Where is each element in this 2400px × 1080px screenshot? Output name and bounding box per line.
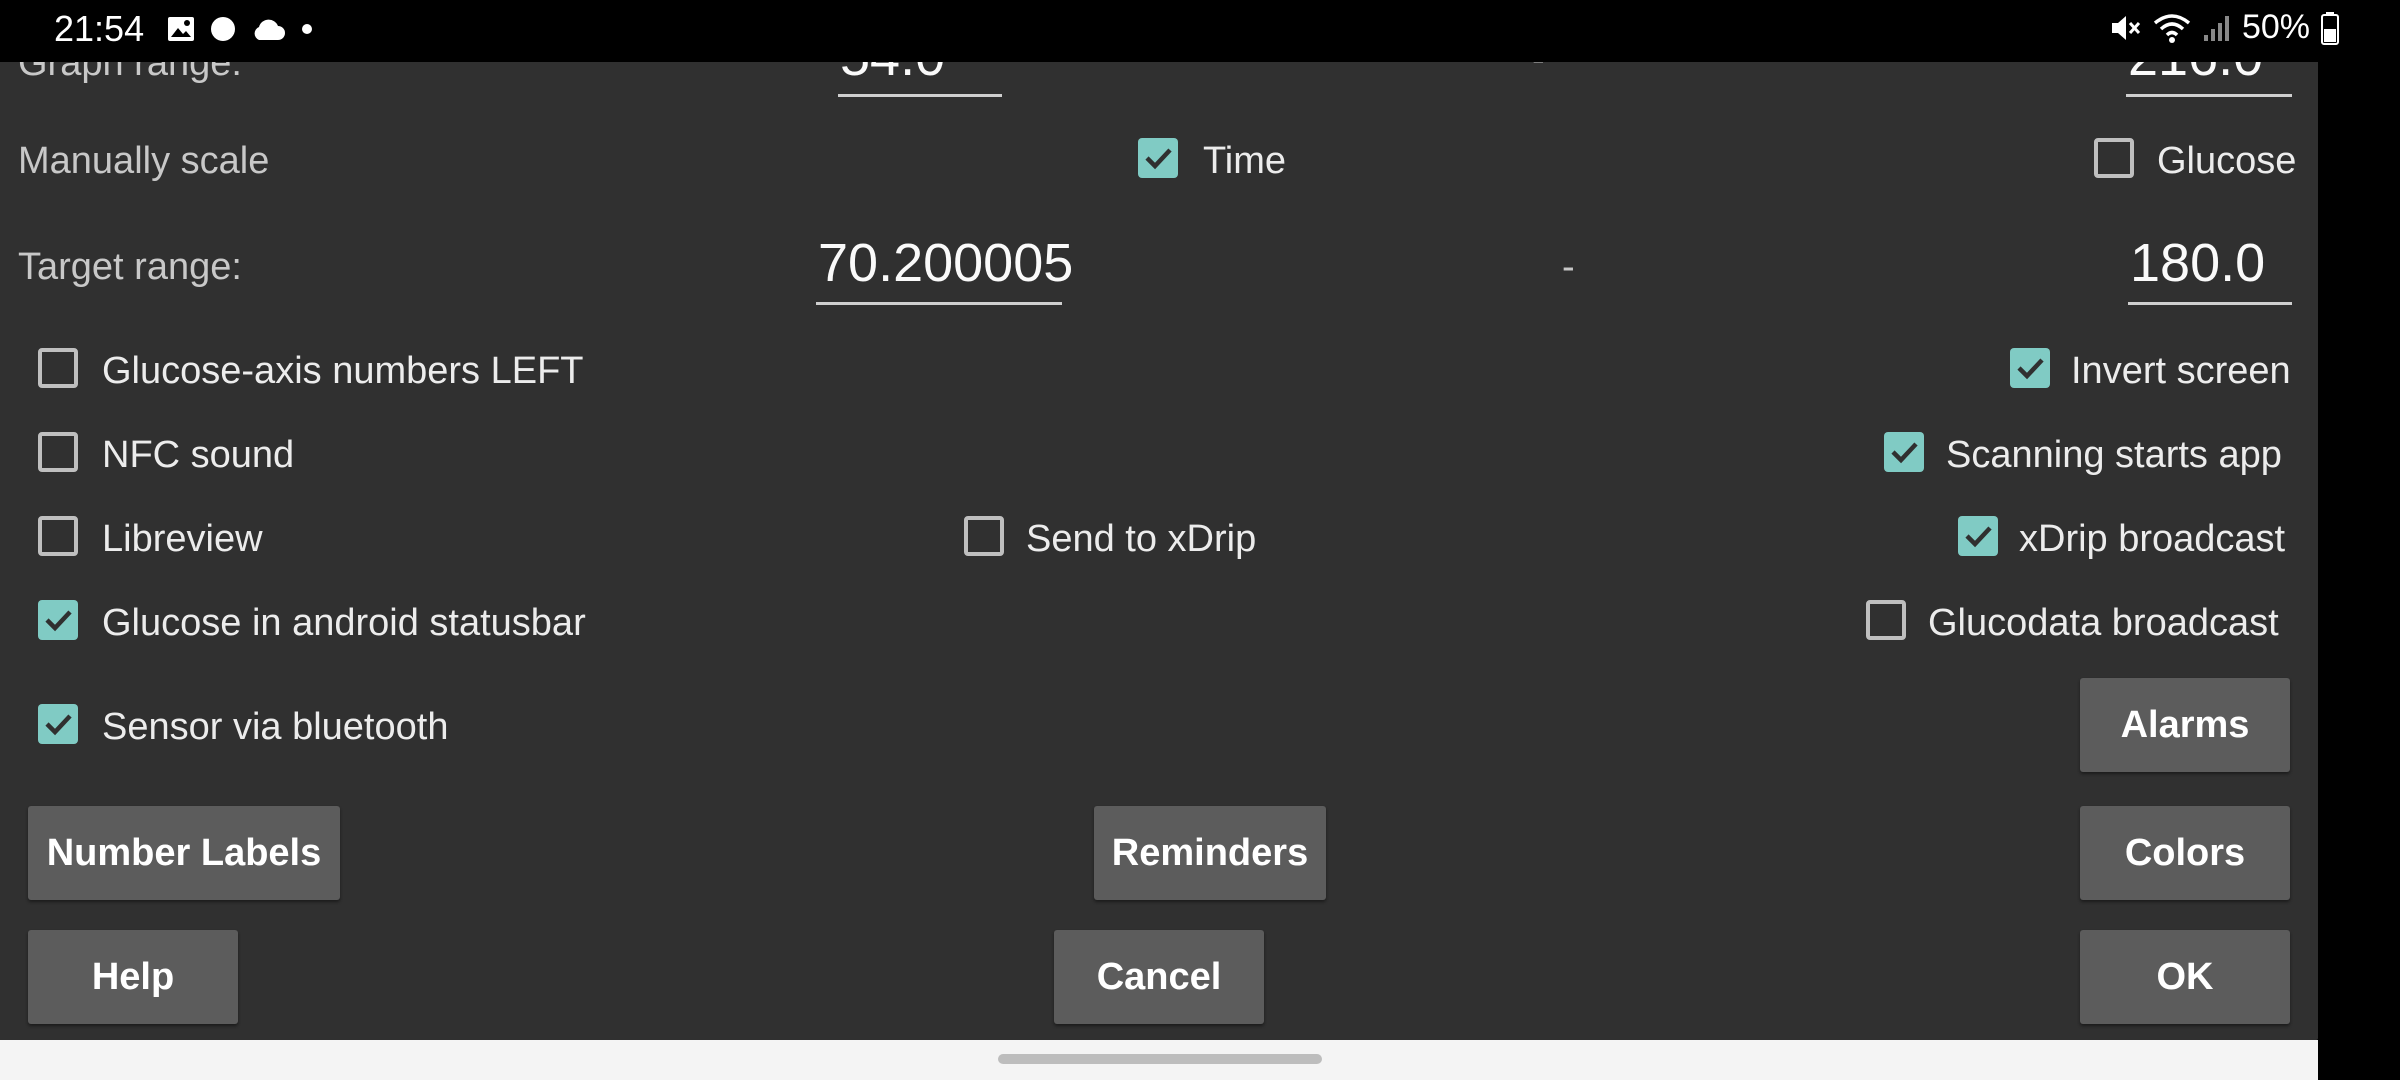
- graph-range-low-input[interactable]: 54.0: [840, 62, 945, 88]
- circle-icon: [211, 17, 235, 41]
- check-icon: [1891, 442, 1918, 464]
- settings-dialog: Graph range: 54.0 - 216.0 Manually scale…: [0, 62, 2318, 1040]
- sensor-bluetooth-checkbox[interactable]: [38, 704, 78, 744]
- send-to-xdrip-label[interactable]: Send to xDrip: [1026, 518, 1256, 561]
- libreview-checkbox[interactable]: [38, 516, 78, 556]
- time-checkbox-label[interactable]: Time: [1203, 140, 1286, 183]
- status-bar: 21:54 50%: [0, 0, 2400, 62]
- check-icon: [45, 714, 72, 736]
- graph-range-dash: -: [1532, 62, 1545, 81]
- cloud-icon: [254, 19, 285, 40]
- check-icon: [45, 610, 72, 632]
- target-range-low-input[interactable]: 70.200005: [818, 232, 1073, 294]
- signal-icon: [2203, 15, 2229, 41]
- glucose-scale-checkbox[interactable]: [2094, 138, 2134, 178]
- ok-button[interactable]: OK: [2080, 930, 2290, 1024]
- invert-screen-label[interactable]: Invert screen: [2071, 350, 2291, 393]
- check-icon: [1145, 148, 1172, 170]
- graph-range-high-underline: [2126, 94, 2292, 97]
- glucose-axis-left-label[interactable]: Glucose-axis numbers LEFT: [102, 350, 584, 393]
- time-checkbox[interactable]: [1138, 138, 1178, 178]
- graph-range-low-underline: [838, 94, 1002, 97]
- check-icon: [2017, 358, 2044, 380]
- manually-scale-label: Manually scale: [18, 140, 270, 182]
- battery-percent: 50%: [2241, 8, 2310, 46]
- navigation-bar: [0, 1040, 2318, 1080]
- target-range-high-underline: [2128, 302, 2292, 305]
- cancel-button[interactable]: Cancel: [1054, 930, 1264, 1024]
- dot-icon: [302, 24, 312, 34]
- xdrip-broadcast-label[interactable]: xDrip broadcast: [2019, 518, 2285, 561]
- help-button[interactable]: Help: [28, 930, 238, 1024]
- glucose-statusbar-label[interactable]: Glucose in android statusbar: [102, 602, 586, 645]
- nfc-sound-checkbox[interactable]: [38, 432, 78, 472]
- colors-button[interactable]: Colors: [2080, 806, 2290, 900]
- glucodata-broadcast-label[interactable]: Glucodata broadcast: [1928, 602, 2279, 645]
- scanning-starts-app-checkbox[interactable]: [1884, 432, 1924, 472]
- target-range-high-input[interactable]: 180.0: [2130, 232, 2265, 294]
- target-range-dash: -: [1562, 246, 1575, 288]
- check-icon: [1965, 526, 1992, 548]
- sensor-bluetooth-label[interactable]: Sensor via bluetooth: [102, 706, 448, 749]
- xdrip-broadcast-checkbox[interactable]: [1958, 516, 1998, 556]
- graph-range-high-input[interactable]: 216.0: [2128, 62, 2263, 88]
- screen-edge: [2318, 62, 2400, 1080]
- glucodata-broadcast-checkbox[interactable]: [1866, 600, 1906, 640]
- notification-icons: [166, 14, 314, 44]
- send-to-xdrip-checkbox[interactable]: [964, 516, 1004, 556]
- gesture-handle[interactable]: [998, 1054, 1322, 1064]
- wifi-icon: [2153, 13, 2191, 43]
- mute-icon: [2111, 15, 2141, 40]
- scanning-starts-app-label[interactable]: Scanning starts app: [1946, 434, 2282, 477]
- battery-icon: [2321, 11, 2339, 45]
- target-range-label: Target range:: [18, 246, 242, 288]
- image-icon: [168, 17, 194, 41]
- system-icons: 50%: [2108, 8, 2340, 47]
- invert-screen-checkbox[interactable]: [2010, 348, 2050, 388]
- alarms-button[interactable]: Alarms: [2080, 678, 2290, 772]
- graph-range-label: Graph range:: [18, 62, 242, 84]
- number-labels-button[interactable]: Number Labels: [28, 806, 340, 900]
- nfc-sound-label[interactable]: NFC sound: [102, 434, 294, 477]
- glucose-statusbar-checkbox[interactable]: [38, 600, 78, 640]
- glucose-scale-checkbox-label[interactable]: Glucose: [2157, 140, 2296, 183]
- target-range-low-underline: [816, 302, 1062, 305]
- status-time: 21:54: [54, 8, 145, 49]
- libreview-label[interactable]: Libreview: [102, 518, 263, 561]
- reminders-button[interactable]: Reminders: [1094, 806, 1326, 900]
- glucose-axis-left-checkbox[interactable]: [38, 348, 78, 388]
